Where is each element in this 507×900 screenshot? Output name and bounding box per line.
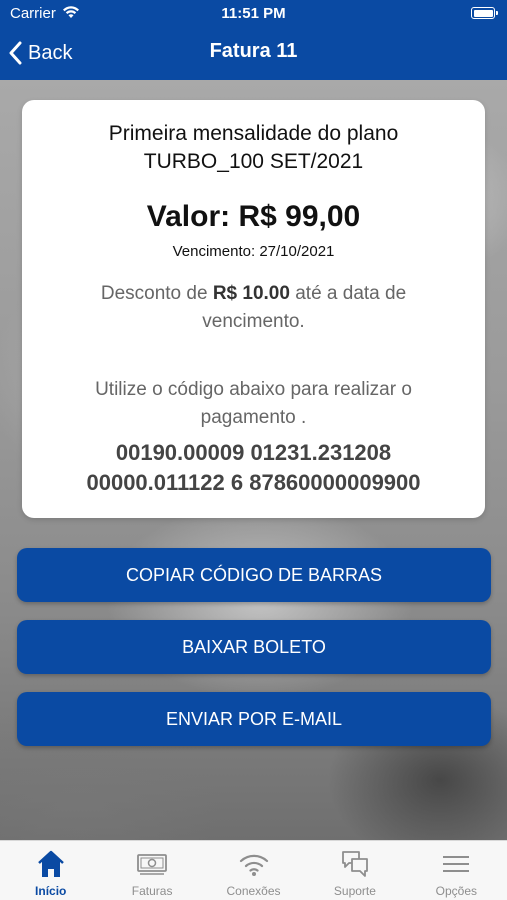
tab-label: Suporte (333, 884, 376, 898)
status-bar: Carrier 11:51 PM (0, 0, 507, 28)
clock: 11:51 PM (221, 5, 286, 22)
wifi-icon (239, 854, 268, 876)
invoice-description: Primeira mensalidade do plano TURBO_100 … (32, 120, 475, 176)
copy-barcode-button[interactable]: COPIAR CÓDIGO DE BARRAS (17, 548, 491, 602)
barcode-line-1: 00190.00009 01231.231208 (115, 440, 392, 465)
send-email-button[interactable]: ENVIAR POR E-MAIL (17, 692, 491, 746)
description-line-2: TURBO_100 SET/2021 (143, 150, 364, 173)
tab-label: Conexões (226, 884, 281, 898)
tab-label: Opções (435, 884, 477, 898)
tab-opcoes[interactable]: Opções (406, 841, 507, 900)
menu-icon (443, 856, 470, 872)
header: Carrier 11:51 PM Back Fatura 11 (0, 0, 507, 80)
tab-inicio[interactable]: Início (0, 841, 101, 900)
tab-suporte[interactable]: Suporte (304, 841, 405, 900)
invoice-card: Primeira mensalidade do plano TURBO_100 … (22, 100, 485, 518)
battery-icon (471, 7, 498, 19)
due-date: Vencimento: 27/10/2021 (172, 243, 335, 260)
page-title: Fatura 11 (209, 40, 298, 62)
tab-bar: Início Faturas Conexões Suporte Opções (0, 840, 507, 900)
nav-bar: Back Fatura 11 (0, 28, 507, 80)
invoice-amount: Valor: R$ 99,00 (146, 200, 361, 233)
banknote-icon (137, 854, 168, 875)
discount-amount: R$ 10.00 (212, 283, 290, 304)
discount-text: Desconto de R$ 10.00 até a data de venci… (62, 280, 445, 336)
discount-prefix: Desconto de (100, 283, 208, 304)
home-icon (37, 850, 64, 877)
download-boleto-button[interactable]: BAIXAR BOLETO (17, 620, 491, 674)
barcode-number[interactable]: 00190.00009 01231.231208 00000.011122 6 … (42, 438, 465, 498)
chat-icon (342, 851, 368, 877)
description-line-1: Primeira mensalidade do plano (108, 122, 399, 145)
tab-label: Faturas (131, 884, 173, 898)
barcode-line-2: 00000.011122 6 87860000009900 (86, 470, 421, 495)
payment-instruction: Utilize o código abaixo para realizar o … (95, 379, 412, 428)
tab-label: Início (35, 884, 67, 898)
tab-faturas[interactable]: Faturas (101, 841, 202, 900)
tab-conexoes[interactable]: Conexões (203, 841, 304, 900)
